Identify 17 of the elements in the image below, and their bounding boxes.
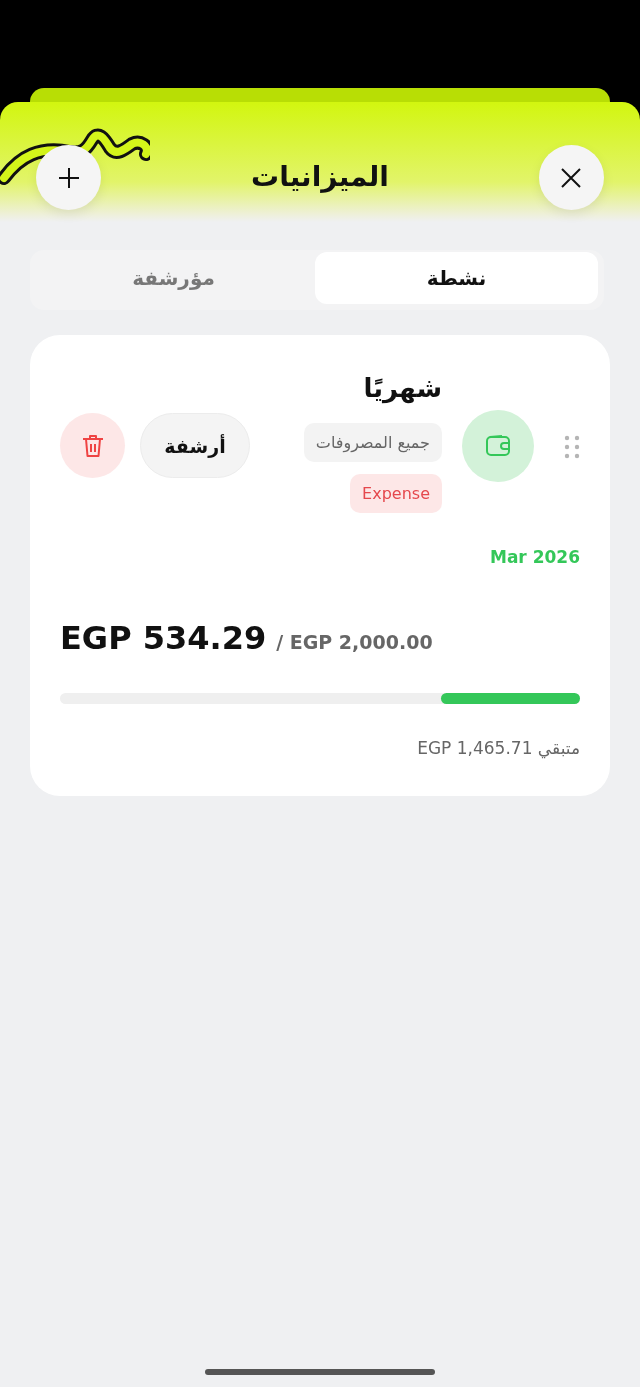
wallet-icon [485, 434, 511, 458]
plus-icon [56, 165, 81, 190]
budget-name: شهريًا [363, 373, 442, 403]
remaining-amount: متبقي EGP 1,465.71 [416, 738, 580, 758]
archive-button[interactable]: أرشفة [140, 413, 250, 478]
add-button[interactable] [36, 145, 101, 210]
spent-amount: EGP 534.29 [60, 619, 267, 657]
drag-handle-icon[interactable] [564, 435, 580, 459]
page-title: الميزانيات [251, 160, 389, 193]
limit-amount: / EGP 2,000.00 [276, 631, 433, 653]
expense-tag: Expense [350, 474, 442, 513]
category-tag: جميع المصروفات [303, 423, 442, 462]
period-label: Mar 2026 [490, 547, 580, 567]
close-icon [560, 166, 583, 189]
tab[interactable]: نشطة [315, 252, 598, 304]
trash-icon [80, 432, 105, 459]
tab[interactable]: مؤرشفة [32, 252, 315, 304]
